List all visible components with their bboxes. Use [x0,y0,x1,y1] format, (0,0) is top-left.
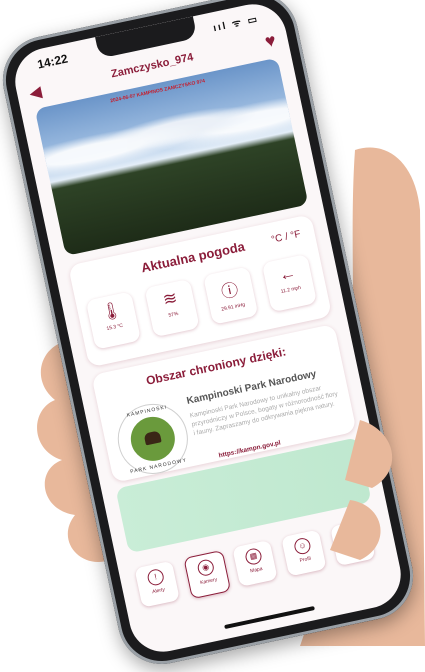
nav-about[interactable]: i O aplikacji [330,519,376,567]
camera-icon: ◉ [196,558,216,578]
nav-cameras[interactable]: ◉ Kamery [183,549,232,600]
alert-icon: ! [146,567,166,587]
logo-emblem [126,412,179,465]
nav-alerts[interactable]: ! Alerty [134,560,180,608]
elk-icon [143,430,162,446]
nav-label: Mapa [249,565,264,575]
signal-wifi-battery-icon: ııl ᯤ ▭ [212,13,261,35]
nav-label: Profil [299,555,312,564]
park-logo: KAMPINOSKI PARK NARODOWY [111,397,195,481]
sky-clouds [39,81,293,182]
map-icon: ▦ [244,547,263,567]
profile-icon: ☺ [292,536,312,556]
weather-tile-temperature: 🌡 15.3 °C [85,291,142,350]
app-screen: 14:22 ııl ᯤ ▭ ◀ Zamczysko_974 ♥ 2024-06-… [8,0,408,658]
nav-label: Kamery [199,576,218,587]
phone-device: 14:22 ııl ᯤ ▭ ◀ Zamczysko_974 ♥ 2024-06-… [0,0,422,672]
info-icon: i [341,526,361,546]
weather-tile-humidity: ≋ 57% [144,278,200,338]
weather-tile-pressure: ⓘ 29.91 inHg [203,266,259,325]
nav-profile[interactable]: ☺ Profil [281,529,327,577]
weather-tile-wind: ← 11.2 mph [261,253,318,313]
nav-label: O aplikacji [342,544,367,555]
nav-map[interactable]: ▦ Mapa [232,539,278,587]
nav-label: Alerty [151,586,166,596]
status-time: 14:22 [36,51,70,72]
